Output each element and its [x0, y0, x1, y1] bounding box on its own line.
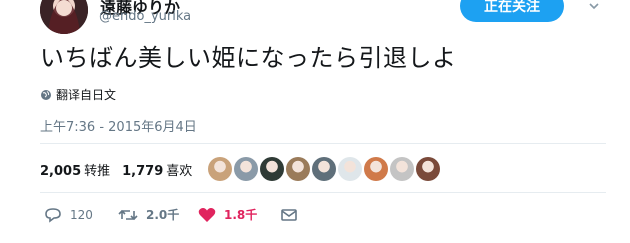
retweet-count: 2.0千	[146, 208, 180, 222]
liker-avatar[interactable]	[416, 157, 440, 181]
envelope-icon	[281, 208, 297, 221]
divider	[40, 192, 606, 193]
liker-avatar[interactable]	[390, 157, 414, 181]
reply-count: 120	[70, 207, 93, 222]
retweets-label: 转推	[84, 164, 111, 179]
following-button-label: 正在关注	[484, 0, 540, 15]
like-count: 1.8千	[224, 208, 258, 222]
liker-avatar[interactable]	[364, 157, 388, 181]
direct-message-button[interactable]	[280, 207, 298, 223]
tweet-timestamp[interactable]: 上午7:36 - 2015年6月4日	[40, 116, 197, 135]
liker-avatar[interactable]	[286, 157, 310, 181]
translate-label: 翻译自日文	[56, 88, 117, 102]
liker-avatar[interactable]	[338, 157, 362, 181]
liker-avatar[interactable]	[234, 157, 258, 181]
likes-label: 喜欢	[166, 164, 193, 179]
user-handle[interactable]: @endo_yurika	[99, 9, 191, 24]
likes-stat[interactable]: 1,779 喜欢	[122, 160, 192, 179]
liker-avatar[interactable]	[208, 157, 232, 181]
chevron-down-icon[interactable]	[588, 0, 600, 12]
globe-icon	[41, 89, 51, 100]
retweet-button[interactable]: 2.0千	[118, 206, 198, 223]
retweets-stat[interactable]: 2,005 转推	[40, 160, 110, 179]
avatar[interactable]	[40, 0, 88, 34]
reply-icon	[45, 207, 61, 223]
likes-count: 1,779	[122, 164, 164, 179]
reply-button[interactable]: 120	[44, 207, 118, 223]
liker-avatar[interactable]	[260, 157, 284, 181]
heart-icon	[198, 207, 216, 222]
liker-avatar[interactable]	[312, 157, 336, 181]
tweet-text: いちばん美しい姫になったら引退しよ	[40, 44, 457, 72]
tweet-actions: 120 2.0千 1.8千	[44, 206, 298, 223]
tweet-stats: 2,005 转推 1,779 喜欢	[40, 160, 192, 179]
like-button[interactable]: 1.8千	[198, 206, 280, 223]
divider	[40, 143, 606, 144]
retweets-count: 2,005	[40, 164, 82, 179]
following-button[interactable]: 正在关注	[460, 0, 564, 22]
retweet-icon	[118, 209, 138, 220]
translate-tweet-link[interactable]: 翻译自日文	[40, 86, 116, 103]
liker-avatars	[208, 157, 440, 181]
